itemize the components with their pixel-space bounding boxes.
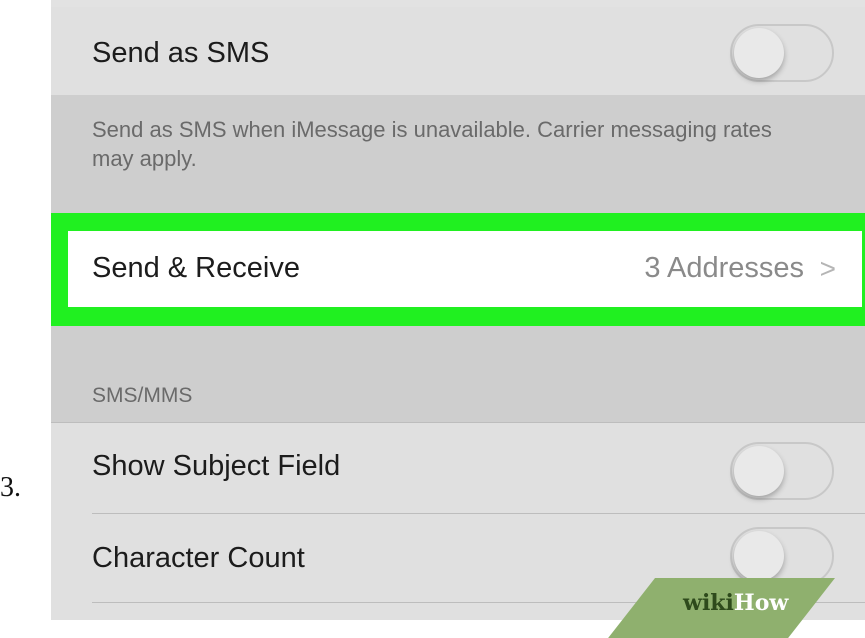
send-as-sms-footer: Send as SMS when iMessage is unavailable… <box>92 117 772 171</box>
top-separator <box>51 0 865 7</box>
show-subject-field-toggle[interactable] <box>730 442 834 500</box>
messages-settings-screen: Send as SMS Send as SMS when iMessage is… <box>51 0 865 620</box>
show-subject-field-row[interactable]: Show Subject Field <box>51 422 865 514</box>
show-subject-field-label: Show Subject Field <box>92 450 341 482</box>
send-as-sms-row[interactable]: Send as SMS <box>51 7 865 95</box>
chevron-right-icon: > <box>819 253 836 284</box>
send-receive-value: 3 Addresses <box>644 252 804 284</box>
send-receive-label: Send & Receive <box>92 252 300 284</box>
toggle-knob <box>734 446 784 496</box>
divider <box>51 422 865 423</box>
send-as-sms-label: Send as SMS <box>92 37 270 69</box>
send-as-sms-toggle[interactable] <box>730 24 834 82</box>
sms-mms-section-header: SMS/MMS <box>92 384 193 407</box>
highlight-box: Send & Receive 3 Addresses > <box>51 213 865 326</box>
toggle-knob <box>734 28 784 78</box>
character-count-label: Character Count <box>92 542 305 574</box>
send-receive-row[interactable]: Send & Receive 3 Addresses > <box>68 231 862 307</box>
character-count-toggle[interactable] <box>730 527 834 585</box>
wikihow-watermark: wikiHow <box>683 590 789 616</box>
step-number: 3. <box>0 472 21 503</box>
toggle-knob <box>734 531 784 581</box>
